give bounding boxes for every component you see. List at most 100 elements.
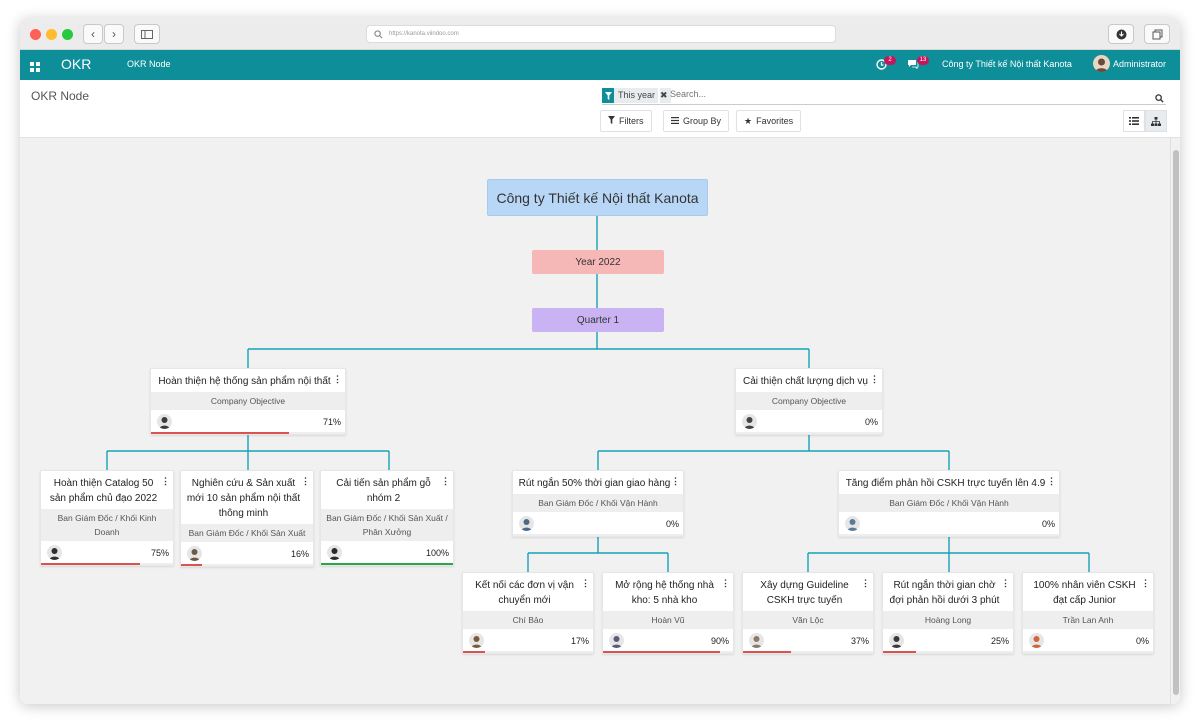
- browser-toolbar: ‹ › https://kanota.viindoo.com: [20, 18, 1180, 50]
- okr-node-title: Cải tiến sản phẩm gỗ nhóm 2: [336, 478, 431, 504]
- okr-node-title: Mở rộng hệ thống nhà kho: 5 nhà kho: [615, 580, 714, 606]
- back-button[interactable]: ‹: [83, 24, 103, 44]
- list-icon: [1129, 117, 1139, 125]
- okr-node-subtitle: Chí Bảo: [463, 611, 593, 629]
- progress-percent: 100%: [425, 548, 449, 558]
- vertical-scrollbar[interactable]: [1170, 138, 1180, 704]
- okr-node-title: Hoàn thiện hệ thống sản phẩm nội thất: [158, 376, 331, 387]
- progress-bar: [321, 563, 453, 565]
- avatar[interactable]: [742, 414, 757, 429]
- apps-menu-icon[interactable]: [30, 59, 40, 77]
- url-text: https://kanota.viindoo.com: [389, 31, 459, 37]
- user-menu[interactable]: Administrator: [1113, 59, 1166, 69]
- user-avatar[interactable]: [1093, 55, 1110, 72]
- app-name[interactable]: OKR: [61, 56, 91, 72]
- kebab-menu-icon[interactable]: ⋮: [333, 374, 342, 385]
- kebab-menu-icon[interactable]: ⋮: [301, 476, 310, 487]
- okr-node-subtitle: Company Objective: [151, 392, 345, 410]
- progress-bar: [743, 651, 873, 653]
- browser-window: ‹ › https://kanota.viindoo.com OKR OKR N…: [20, 18, 1180, 704]
- hierarchy-view-button[interactable]: [1145, 110, 1167, 132]
- progress-bar: [736, 432, 882, 434]
- search-input[interactable]: [670, 89, 970, 99]
- avatar[interactable]: [749, 633, 764, 648]
- breadcrumb-title: OKR Node: [31, 89, 90, 103]
- avatar[interactable]: [519, 516, 534, 531]
- list-view-button[interactable]: [1123, 110, 1145, 132]
- kebab-menu-icon[interactable]: ⋮: [870, 374, 879, 385]
- search-icon[interactable]: [1155, 90, 1164, 108]
- okr-node-footer: 71%: [151, 410, 345, 434]
- okr-node-footer: 75%: [41, 541, 173, 565]
- avatar[interactable]: [327, 545, 342, 560]
- okr-node-card[interactable]: Kết nối các đơn vị vận chuyển mới ⋮ Chí Bả…: [462, 572, 594, 654]
- avatar[interactable]: [157, 414, 172, 429]
- okr-node-card[interactable]: Mở rộng hệ thống nhà kho: 5 nhà kho ⋮ Hoàn…: [602, 572, 734, 654]
- scrollbar-thumb[interactable]: [1173, 150, 1179, 695]
- kebab-menu-icon[interactable]: ⋮: [671, 476, 680, 487]
- progress-bar-fill: [463, 651, 486, 653]
- okr-node-footer: 0%: [1023, 629, 1153, 653]
- avatar[interactable]: [609, 633, 624, 648]
- progress-bar-fill: [603, 651, 720, 653]
- group-by-button[interactable]: Group By: [663, 110, 730, 132]
- okr-node-title: Kết nối các đơn vị vận chuyển mới: [475, 580, 574, 606]
- tabs-overview-button[interactable]: [1144, 24, 1170, 44]
- close-window-button[interactable]: [30, 29, 41, 40]
- okr-node-subtitle: Ban Giám Đốc / Khối Vận Hành: [513, 494, 683, 512]
- okr-node-card[interactable]: Cải tiến sản phẩm gỗ nhóm 2 ⋮ Ban Giám Đốc…: [320, 470, 454, 566]
- downloads-button[interactable]: [1108, 24, 1134, 44]
- okr-node-card[interactable]: Rút ngắn thời gian chờ đợi phản hồi dưới…: [882, 572, 1014, 654]
- download-icon: [1116, 29, 1126, 39]
- okr-node-card[interactable]: Hoàn thiện hệ thống sản phẩm nội thất ⋮ Co…: [150, 368, 346, 435]
- avatar[interactable]: [187, 546, 202, 561]
- progress-bar-fill: [883, 651, 916, 653]
- okr-node-card[interactable]: Rút ngắn 50% thời gian giao hàng ⋮ Ban Giá…: [512, 470, 684, 537]
- okr-node-subtitle: Văn Lộc: [743, 611, 873, 629]
- kebab-menu-icon[interactable]: ⋮: [1001, 578, 1010, 589]
- search-facet[interactable]: This year ✖: [602, 88, 671, 103]
- okr-node-card[interactable]: 100% nhân viên CSKH đạt cấp Junior ⋮ Trần …: [1022, 572, 1154, 654]
- quarter-node[interactable]: Quarter 1: [532, 308, 664, 332]
- kebab-menu-icon[interactable]: ⋮: [721, 578, 730, 589]
- kebab-menu-icon[interactable]: ⋮: [161, 476, 170, 487]
- main-navbar: OKR OKR Node 2 13 Công ty Thiết kế Nội t…: [20, 50, 1180, 80]
- zoom-window-button[interactable]: [62, 29, 73, 40]
- remove-facet-icon[interactable]: ✖: [660, 88, 671, 103]
- minimize-window-button[interactable]: [46, 29, 57, 40]
- avatar[interactable]: [47, 545, 62, 560]
- progress-bar: [603, 651, 733, 653]
- forward-button[interactable]: ›: [104, 24, 124, 44]
- kebab-menu-icon[interactable]: ⋮: [581, 578, 590, 589]
- company-switcher[interactable]: Công ty Thiết kế Nội thất Kanota: [942, 59, 1072, 69]
- tabs-icon: [1152, 29, 1162, 39]
- sidebar-toggle-button[interactable]: [134, 24, 160, 44]
- avatar[interactable]: [1029, 633, 1044, 648]
- kebab-menu-icon[interactable]: ⋮: [1141, 578, 1150, 589]
- progress-bar-fill: [181, 564, 203, 566]
- okr-node-subtitle: Ban Giám Đốc / Khối Sản Xuất / Phân Xưởn…: [321, 509, 453, 541]
- kebab-menu-icon[interactable]: ⋮: [861, 578, 870, 589]
- avatar[interactable]: [845, 516, 860, 531]
- kebab-menu-icon[interactable]: ⋮: [1047, 476, 1056, 487]
- sidebar-icon: [141, 29, 153, 39]
- okr-node-card[interactable]: Xây dựng Guideline CSKH trực tuyến ⋮ Văn L…: [742, 572, 874, 654]
- address-bar[interactable]: https://kanota.viindoo.com: [366, 25, 836, 43]
- facet-value: This year: [614, 88, 659, 103]
- okr-node-card[interactable]: Hoàn thiện Catalog 50 sản phẩm chủ đạo 2…: [40, 470, 174, 566]
- year-node[interactable]: Year 2022: [532, 250, 664, 274]
- okr-node-subtitle: Ban Giám Đốc / Khối Kinh Doanh: [41, 509, 173, 541]
- control-panel: OKR Node This year ✖ Filters Group By ★: [20, 80, 1180, 138]
- favorites-button[interactable]: ★ Favorites: [736, 110, 802, 132]
- kebab-menu-icon[interactable]: ⋮: [441, 476, 450, 487]
- company-root-node[interactable]: Công ty Thiết kế Nội thất Kanota: [487, 179, 708, 216]
- progress-bar-fill: [743, 651, 792, 653]
- okr-node-title: Nghiên cứu & Sản xuất mới 10 sản phẩm nộ…: [186, 478, 301, 519]
- okr-node-card[interactable]: Nghiên cứu & Sản xuất mới 10 sản phẩm nộ…: [180, 470, 314, 567]
- menu-okr-node[interactable]: OKR Node: [127, 59, 171, 69]
- filters-button[interactable]: Filters: [600, 110, 652, 132]
- okr-node-card[interactable]: Cải thiện chất lượng dịch vụ ⋮ Company Obj…: [735, 368, 883, 435]
- okr-node-card[interactable]: Tăng điểm phản hồi CSKH trực tuyến lên 4…: [838, 470, 1060, 537]
- avatar[interactable]: [469, 633, 484, 648]
- avatar[interactable]: [889, 633, 904, 648]
